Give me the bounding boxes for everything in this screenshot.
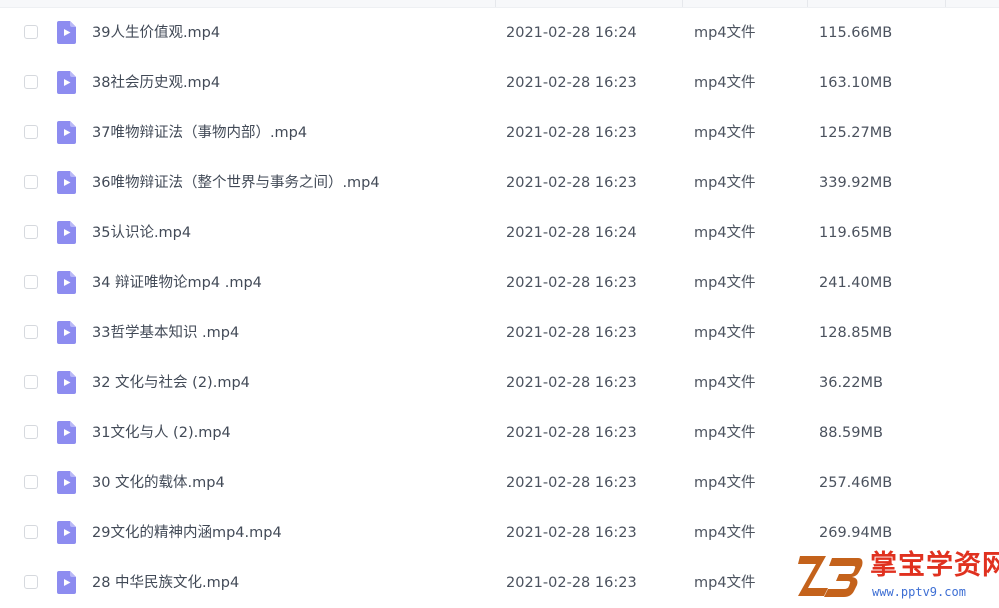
file-type: mp4文件 [694,25,756,41]
checkbox-icon[interactable] [24,525,38,539]
file-type: mp4文件 [694,175,756,191]
file-type: mp4文件 [694,525,756,541]
column-divider[interactable] [807,0,808,7]
file-modified-date: 2021-02-28 16:23 [506,275,637,291]
file-name[interactable]: 33哲学基本知识 .mp4 [92,323,239,343]
video-file-icon [57,221,76,244]
file-modified-date: 2021-02-28 16:23 [506,75,637,91]
file-name[interactable]: 37唯物辩证法（事物内部）.mp4 [92,123,307,143]
column-divider[interactable] [495,0,496,7]
column-divider[interactable] [945,0,946,7]
file-name[interactable]: 31文化与人 (2).mp4 [92,423,231,443]
file-name[interactable]: 39人生价值观.mp4 [92,23,220,43]
file-name[interactable]: 38社会历史观.mp4 [92,73,220,93]
checkbox-icon[interactable] [24,125,38,139]
video-file-icon [57,321,76,344]
watermark-url: www.pptv9.com [872,585,966,599]
file-modified-date: 2021-02-28 16:23 [506,425,637,441]
file-size: 119.65MB [819,225,893,241]
file-type: mp4文件 [694,75,756,91]
file-modified-date: 2021-02-28 16:23 [506,125,637,141]
file-modified-date: 2021-02-28 16:23 [506,475,637,491]
file-size: 88.59MB [819,425,883,441]
file-type: mp4文件 [694,425,756,441]
file-row[interactable]: 38社会历史观.mp4 2021-02-28 16:23 mp4文件 163.1… [8,58,999,108]
file-size: 128.85MB [819,325,893,341]
file-row[interactable]: 39人生价值观.mp4 2021-02-28 16:24 mp4文件 115.6… [8,8,999,58]
z3-logo-icon [798,556,863,597]
file-name[interactable]: 35认识论.mp4 [92,223,191,243]
column-divider[interactable] [682,0,683,7]
file-size: 163.10MB [819,75,893,91]
file-modified-date: 2021-02-28 16:23 [506,525,637,541]
checkbox-icon[interactable] [24,175,38,189]
video-file-icon [57,21,76,44]
video-file-icon [57,121,76,144]
column-header-strip [0,0,999,8]
file-name[interactable]: 30 文化的载体.mp4 [92,473,225,493]
video-file-icon [57,571,76,594]
video-file-icon [57,421,76,444]
file-row[interactable]: 37唯物辩证法（事物内部）.mp4 2021-02-28 16:23 mp4文件… [8,108,999,158]
file-row[interactable]: 31文化与人 (2).mp4 2021-02-28 16:23 mp4文件 88… [8,408,999,458]
file-name[interactable]: 28 中华民族文化.mp4 [92,573,239,593]
file-modified-date: 2021-02-28 16:23 [506,575,637,591]
file-row[interactable]: 36唯物辩证法（整个世界与事务之间）.mp4 2021-02-28 16:23 … [8,158,999,208]
file-type: mp4文件 [694,375,756,391]
file-row[interactable]: 30 文化的载体.mp4 2021-02-28 16:23 mp4文件 257.… [8,458,999,508]
file-name[interactable]: 32 文化与社会 (2).mp4 [92,373,250,393]
file-name[interactable]: 36唯物辩证法（整个世界与事务之间）.mp4 [92,173,380,193]
checkbox-icon[interactable] [24,575,38,589]
video-file-icon [57,471,76,494]
video-file-icon [57,71,76,94]
checkbox-icon[interactable] [24,475,38,489]
file-name[interactable]: 29文化的精神内涵mp4.mp4 [92,523,282,543]
file-size: 36.22MB [819,375,883,391]
file-type: mp4文件 [694,575,756,591]
watermark-site-name: 掌宝学资网 [870,550,999,581]
file-size: 115.66MB [819,25,893,41]
file-type: mp4文件 [694,275,756,291]
file-size: 257.46MB [819,475,893,491]
file-type: mp4文件 [694,125,756,141]
file-size: 269.94MB [819,525,893,541]
video-file-icon [57,521,76,544]
file-list-window: 39人生价值观.mp4 2021-02-28 16:24 mp4文件 115.6… [0,0,999,608]
file-modified-date: 2021-02-28 16:24 [506,225,637,241]
file-row[interactable]: 35认识论.mp4 2021-02-28 16:24 mp4文件 119.65M… [8,208,999,258]
file-modified-date: 2021-02-28 16:24 [506,25,637,41]
file-name[interactable]: 34 辩证唯物论mp4 .mp4 [92,273,262,293]
checkbox-icon[interactable] [24,375,38,389]
file-modified-date: 2021-02-28 16:23 [506,375,637,391]
file-type: mp4文件 [694,325,756,341]
checkbox-icon[interactable] [24,275,38,289]
checkbox-icon[interactable] [24,75,38,89]
file-size: 241.40MB [819,275,893,291]
video-file-icon [57,371,76,394]
file-list: 39人生价值观.mp4 2021-02-28 16:24 mp4文件 115.6… [8,8,999,608]
checkbox-icon[interactable] [24,225,38,239]
file-modified-date: 2021-02-28 16:23 [506,175,637,191]
file-type: mp4文件 [694,225,756,241]
file-size: 125.27MB [819,125,893,141]
file-row[interactable]: 32 文化与社会 (2).mp4 2021-02-28 16:23 mp4文件 … [8,358,999,408]
file-row[interactable]: 33哲学基本知识 .mp4 2021-02-28 16:23 mp4文件 128… [8,308,999,358]
file-type: mp4文件 [694,475,756,491]
checkbox-icon[interactable] [24,325,38,339]
video-file-icon [57,171,76,194]
checkbox-icon[interactable] [24,425,38,439]
checkbox-icon[interactable] [24,25,38,39]
file-size: 339.92MB [819,175,893,191]
file-modified-date: 2021-02-28 16:23 [506,325,637,341]
file-row[interactable]: 34 辩证唯物论mp4 .mp4 2021-02-28 16:23 mp4文件 … [8,258,999,308]
video-file-icon [57,271,76,294]
site-watermark: 掌宝学资网 www.pptv9.com [796,548,999,606]
